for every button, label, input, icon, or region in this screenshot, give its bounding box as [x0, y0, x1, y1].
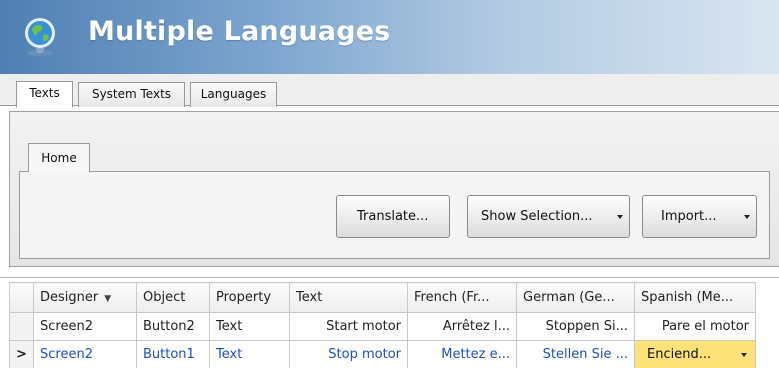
- window-title: Multiple Languages: [88, 16, 391, 47]
- sort-down-icon: ▼: [104, 294, 112, 304]
- cell-text[interactable]: Stop motor: [289, 340, 408, 368]
- chevron-down-icon[interactable]: [744, 215, 750, 219]
- import-button-label: Import...: [661, 209, 717, 224]
- tab-home[interactable]: Home: [28, 143, 90, 172]
- grid-header-row: Designer ▼ Object Property Text French (F…: [9, 282, 756, 313]
- row-pointer-icon[interactable]: >: [9, 340, 34, 368]
- show-selection-button-label: Show Selection...: [481, 209, 593, 224]
- column-header-label: Designer: [40, 290, 99, 305]
- column-header-property[interactable]: Property: [209, 282, 290, 313]
- cell-spanish-editing[interactable]: Enciend...: [634, 340, 756, 368]
- cell-german[interactable]: Stoppen Si...: [516, 312, 635, 341]
- import-button[interactable]: Import...: [642, 195, 757, 238]
- column-header-german[interactable]: German (Ge...: [516, 282, 635, 313]
- table-row[interactable]: Screen2 Button2 Text Start motor Arrêtez…: [9, 312, 756, 341]
- cell-german[interactable]: Stellen Sie ...: [516, 340, 635, 368]
- show-selection-button[interactable]: Show Selection...: [467, 195, 630, 238]
- tab-system-texts[interactable]: System Texts: [78, 82, 185, 107]
- tab-texts[interactable]: Texts: [16, 81, 73, 108]
- cell-designer[interactable]: Screen2: [33, 340, 137, 368]
- title-bar: Multiple Languages: [0, 0, 779, 74]
- cell-french[interactable]: Mettez e...: [407, 340, 517, 368]
- row-header-corner: [9, 282, 34, 313]
- texts-grid: Designer ▼ Object Property Text French (F…: [9, 282, 756, 368]
- column-header-text[interactable]: Text: [289, 282, 408, 313]
- chevron-down-icon[interactable]: [617, 215, 623, 219]
- cell-text[interactable]: Start motor: [289, 312, 408, 341]
- cell-property[interactable]: Text: [209, 340, 290, 368]
- main-tab-strip: Texts System Texts Languages: [0, 74, 779, 108]
- chevron-down-icon[interactable]: [741, 353, 747, 357]
- column-header-object[interactable]: Object: [136, 282, 210, 313]
- table-row-selected[interactable]: > Screen2 Button1 Text Stop motor Mettez…: [9, 340, 756, 368]
- cell-property[interactable]: Text: [209, 312, 290, 341]
- cell-spanish[interactable]: Pare el motor: [634, 312, 756, 341]
- translate-button[interactable]: Translate...: [336, 195, 450, 238]
- row-header[interactable]: [9, 312, 34, 341]
- cell-object[interactable]: Button1: [136, 340, 210, 368]
- globe-icon: [25, 18, 55, 56]
- cell-object[interactable]: Button2: [136, 312, 210, 341]
- cell-designer[interactable]: Screen2: [33, 312, 137, 341]
- translate-button-label: Translate...: [357, 209, 429, 224]
- tab-languages[interactable]: Languages: [190, 82, 277, 107]
- column-header-designer[interactable]: Designer ▼: [33, 282, 137, 313]
- column-header-french[interactable]: French (Fr...: [407, 282, 517, 313]
- cell-spanish-value: Enciend...: [647, 347, 712, 362]
- column-header-spanish[interactable]: Spanish (Me...: [634, 282, 756, 313]
- cell-french[interactable]: Arrêtez l...: [407, 312, 517, 341]
